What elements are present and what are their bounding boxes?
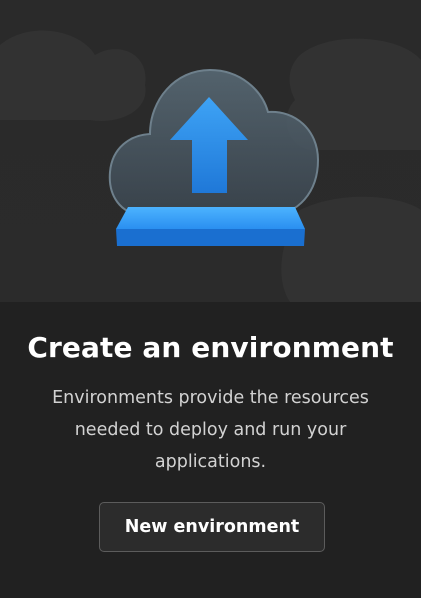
upload-platform-shape [116,207,305,246]
new-environment-button[interactable]: New environment [99,502,325,552]
empty-state-description: Environments provide the resources neede… [52,388,369,472]
empty-state-card: Create an environment Environments provi… [0,0,421,598]
empty-state-content: Create an environment Environments provi… [0,302,421,598]
empty-state-title: Create an environment [27,331,394,364]
hero-illustration-area [0,0,421,302]
cloud-upload-icon [0,30,421,302]
